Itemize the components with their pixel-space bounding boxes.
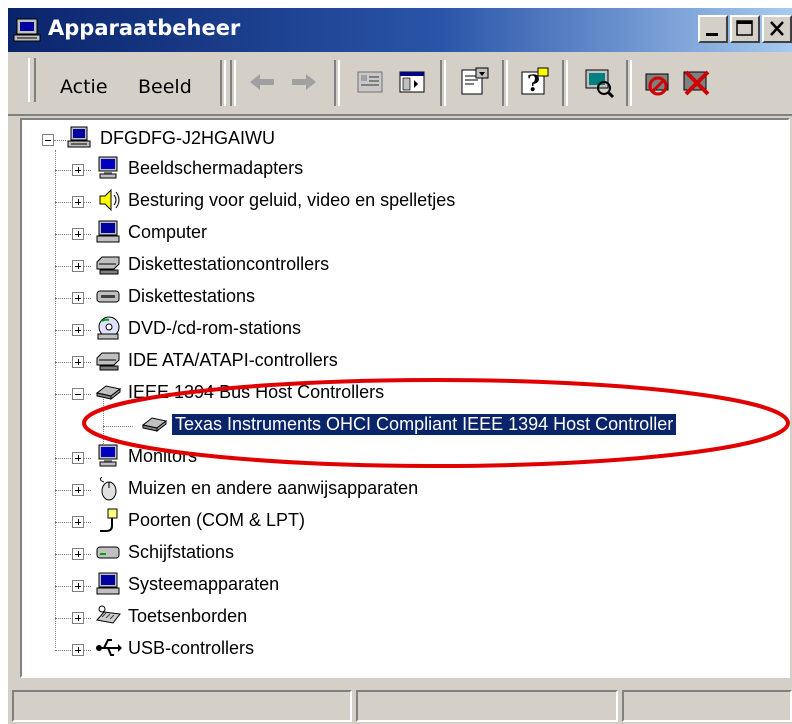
tree-node[interactable]: Computer [22,218,782,248]
toolbar-separator [220,60,226,106]
toolbar-separator [440,60,446,106]
usb-icon [96,639,122,656]
help-icon[interactable]: ? [516,64,552,100]
device-manager-window: Apparaatbeheer Actie Beeld ? DFGDFG-J2HG… [6,6,792,724]
toolbar-grip [28,58,36,102]
maximize-button[interactable] [730,15,760,43]
properties-icon[interactable] [456,64,492,100]
toolbar: Actie Beeld ? [8,52,792,116]
uninstall-device-icon[interactable] [678,64,714,100]
maximize-icon [736,20,753,36]
expand-toggle[interactable] [72,324,84,336]
scan-hardware-icon[interactable] [580,64,616,100]
floppy-drive-icon [96,290,120,303]
port-icon [100,508,118,532]
disable-device-icon[interactable] [640,64,676,100]
tree-node-label: Poorten (COM & LPT) [128,510,306,530]
annotation-ellipse [82,378,790,468]
cd-rom-icon [97,316,120,340]
show-hide-console-icon[interactable] [394,64,430,100]
expand-toggle[interactable] [72,356,84,368]
toolbar-separator [562,60,568,106]
tree-node-label: Systeemapparaten [128,574,280,594]
tree-node-label: USB-controllers [128,638,255,658]
expand-toggle[interactable] [72,164,84,176]
menu-actie[interactable]: Actie [60,76,108,98]
close-icon [770,21,784,36]
expand-toggle[interactable] [72,612,84,624]
tree-node[interactable]: Besturing voor geluid, video en spelletj… [22,186,782,216]
toolbar-separator [334,60,340,106]
expand-toggle[interactable] [72,484,84,496]
controller-icon [96,256,120,275]
expand-toggle[interactable] [72,548,84,560]
tree-node[interactable]: Diskettestations [22,282,782,312]
toolbar-separator [626,60,632,106]
status-pane [356,690,618,722]
toolbar-separator [230,60,236,106]
expand-toggle[interactable] [72,644,84,656]
close-button[interactable] [762,15,792,43]
window-title: Apparaatbeheer [48,16,241,40]
keyboard-icon [96,605,121,624]
collapse-toggle[interactable] [42,134,54,146]
tree-node-label: Besturing voor geluid, video en spelletj… [128,190,456,210]
tree-node[interactable]: IDE ATA/ATAPI-controllers [22,346,782,376]
tree-node-label: Muizen en andere aanwijsapparaten [128,478,419,498]
tree-node-label: Beeldschermadapters [128,158,304,178]
speaker-icon [99,188,120,212]
tree-node[interactable]: Poorten (COM & LPT) [22,506,782,536]
back-arrow-icon[interactable] [244,64,280,100]
tree-node-label: IDE ATA/ATAPI-controllers [128,350,338,370]
expand-toggle[interactable] [72,516,84,528]
device-tree[interactable]: DFGDFG-J2HGAIWU Beeldschermadapters Best… [20,118,790,678]
ide-controller-icon [96,352,120,371]
tree-node[interactable]: USB-controllers [22,634,782,664]
tree-node-label: Toetsenborden [128,606,248,626]
tree-connector [54,140,66,142]
tree-node[interactable]: DVD-/cd-rom-stations [22,314,782,344]
forward-arrow-icon[interactable] [286,64,322,100]
expand-toggle[interactable] [72,196,84,208]
expand-toggle[interactable] [72,260,84,272]
status-bar [8,684,792,724]
tree-node[interactable]: Diskettestationcontrollers [22,250,782,280]
device-manager-icon [13,18,41,42]
tree-node[interactable]: Beeldschermadapters [22,154,782,184]
tree-node[interactable]: Systeemapparaten [22,570,782,600]
disk-drive-icon [96,546,120,559]
tree-node-label: Diskettestations [128,286,256,306]
computer-icon [96,220,120,243]
folder-tree-icon[interactable] [352,64,388,100]
tree-node-label: Schijfstations [128,542,235,562]
expand-toggle[interactable] [72,292,84,304]
display-adapter-icon [98,156,118,179]
status-pane [12,690,352,722]
minimize-button[interactable] [698,15,728,43]
expand-toggle[interactable] [72,580,84,592]
toolbar-separator [502,60,508,106]
expand-toggle[interactable] [72,228,84,240]
tree-node-label: Computer [128,222,208,242]
tree-node-label: DVD-/cd-rom-stations [128,318,302,338]
title-bar[interactable]: Apparaatbeheer [8,8,792,52]
tree-root-row[interactable]: DFGDFG-J2HGAIWU [22,124,782,154]
system-devices-icon [96,572,120,595]
status-pane [622,690,792,722]
tree-node[interactable]: Toetsenborden [22,602,782,632]
menu-beeld[interactable]: Beeld [138,76,192,98]
tree-root-label: DFGDFG-J2HGAIWU [100,128,275,148]
computer-root-icon [67,126,91,148]
mouse-icon [99,476,117,501]
minimize-icon [706,33,718,36]
tree-node[interactable]: Schijfstations [22,538,782,568]
tree-node[interactable]: Muizen en andere aanwijsapparaten [22,474,782,504]
tree-node-label: Diskettestationcontrollers [128,254,330,274]
